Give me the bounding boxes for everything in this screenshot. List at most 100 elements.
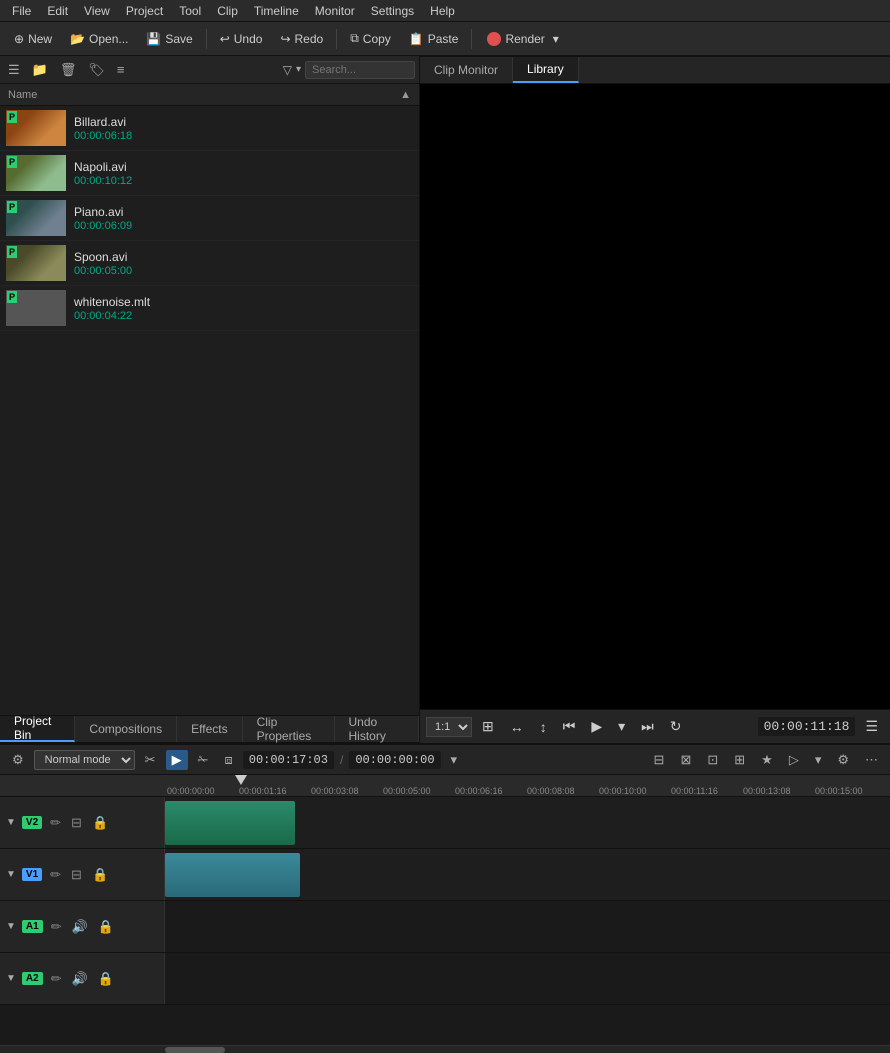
track-audio-a1[interactable]: 🔊	[70, 917, 90, 937]
menu-timeline[interactable]: Timeline	[246, 2, 307, 20]
redo-button[interactable]: ↪ Redo	[272, 29, 331, 49]
file-duration: 00:00:05:00	[74, 265, 132, 277]
tl-star-button[interactable]: ★	[755, 750, 779, 770]
spacer-button[interactable]: ⧈	[218, 750, 238, 770]
track-pencil-a2[interactable]: ✏	[49, 969, 64, 989]
tl-link-button[interactable]: ⊡	[701, 750, 724, 770]
fit-frame-button[interactable]: ⊞	[476, 715, 500, 738]
bin-delete-button[interactable]: 🗑	[56, 60, 81, 80]
track-content-v2[interactable]	[165, 797, 890, 848]
fast-forward-button[interactable]: ⏭	[635, 715, 660, 738]
timeline-scrollbar[interactable]	[0, 1045, 890, 1053]
bin-tag-button[interactable]: 🏷	[84, 60, 109, 80]
track-film-v1[interactable]: ⊟	[69, 865, 84, 885]
track-content-a1[interactable]	[165, 901, 890, 952]
tl-play-alt[interactable]: ▷	[783, 750, 805, 770]
zoom-select[interactable]: 1:1	[426, 717, 472, 737]
track-pencil-v1[interactable]: ✏	[48, 865, 63, 885]
tl-more-button[interactable]: ⋯	[859, 750, 884, 770]
menu-project[interactable]: Project	[118, 2, 171, 20]
cut-button[interactable]: ✁	[192, 750, 215, 770]
tl-settings-button[interactable]: ⚙	[6, 750, 30, 770]
track-expand-v1[interactable]: ▼	[6, 869, 16, 880]
zoom-in-button[interactable]: ↔	[504, 716, 530, 738]
open-button[interactable]: 📂 Open...	[62, 29, 136, 49]
bin-folder-button[interactable]: 📁	[28, 60, 52, 80]
bin-toolbar: ☰ 📁 🗑 🏷 ≡ ▽ ▾	[0, 56, 419, 84]
thumbnail: P	[6, 155, 66, 191]
play-dropdown[interactable]: ▾	[612, 715, 631, 738]
track-pencil-a1[interactable]: ✏	[49, 917, 64, 937]
timecode-dropdown[interactable]: ▾	[445, 750, 464, 770]
track-pencil-v2[interactable]: ✏	[48, 813, 63, 833]
track-lock-a1[interactable]: 🔒	[96, 917, 116, 937]
bin-list-button[interactable]: ≡	[113, 60, 129, 79]
list-item[interactable]: P Spoon.avi 00:00:05:00	[0, 241, 419, 286]
sort-icon[interactable]: ▲	[400, 89, 411, 101]
clip-v1[interactable]	[165, 853, 300, 897]
tab-library[interactable]: Library	[513, 57, 579, 83]
file-list: P Billard.avi 00:00:06:18 P Napoli.avi 0…	[0, 106, 419, 715]
menu-tool[interactable]: Tool	[171, 2, 209, 20]
filter-dropdown-icon[interactable]: ▾	[296, 64, 301, 75]
track-lock-v2[interactable]: 🔒	[90, 813, 110, 833]
tab-clip-properties[interactable]: Clip Properties	[243, 716, 335, 742]
list-item[interactable]: P whitenoise.mlt 00:00:04:22	[0, 286, 419, 331]
tab-undo-history[interactable]: Undo History	[335, 716, 419, 742]
select-button[interactable]: ▶	[166, 750, 188, 770]
loop-button[interactable]: ↻	[664, 715, 688, 738]
tab-project-bin[interactable]: Project Bin	[0, 716, 75, 742]
paste-button[interactable]: 📋 Paste	[401, 29, 467, 49]
track-expand-v2[interactable]: ▼	[6, 817, 16, 828]
list-item[interactable]: P Billard.avi 00:00:06:18	[0, 106, 419, 151]
menu-edit[interactable]: Edit	[39, 2, 76, 20]
file-duration: 00:00:06:09	[74, 220, 132, 232]
rewind-button[interactable]: ⏮	[557, 715, 582, 738]
play-button[interactable]: ▶	[585, 715, 608, 738]
track-expand-a1[interactable]: ▼	[6, 921, 16, 932]
track-lock-a2[interactable]: 🔒	[96, 969, 116, 989]
tl-snapshot-button[interactable]: ⊟	[648, 750, 671, 770]
tab-effects[interactable]: Effects	[177, 716, 242, 742]
proxy-badge: P	[7, 201, 17, 213]
track-expand-a2[interactable]: ▼	[6, 973, 16, 984]
save-icon: 💾	[146, 32, 161, 46]
clip-v2[interactable]	[165, 801, 295, 845]
tl-audio-split[interactable]: ⊞	[728, 750, 751, 770]
undo-button[interactable]: ↩ Undo	[212, 29, 271, 49]
menu-clip[interactable]: Clip	[209, 2, 246, 20]
track-audio-a2[interactable]: 🔊	[70, 969, 90, 989]
search-input[interactable]	[305, 61, 415, 79]
bin-add-button[interactable]: ☰	[4, 60, 24, 80]
save-button[interactable]: 💾 Save	[138, 29, 200, 49]
tl-play-dropdown[interactable]: ▾	[809, 750, 828, 770]
menu-settings[interactable]: Settings	[363, 2, 422, 20]
tl-settings2-button[interactable]: ⚙	[831, 750, 855, 770]
render-dot	[487, 32, 501, 46]
copy-button[interactable]: ⧉ Copy	[342, 28, 399, 49]
track-content-v1[interactable]	[165, 849, 890, 900]
track-content-a2[interactable]	[165, 953, 890, 1004]
menu-button[interactable]: ☰	[859, 715, 884, 738]
file-duration: 00:00:06:18	[74, 130, 132, 142]
proxy-badge: P	[7, 156, 17, 168]
mode-select[interactable]: Normal mode	[34, 750, 135, 770]
list-item[interactable]: P Napoli.avi 00:00:10:12	[0, 151, 419, 196]
razor-button[interactable]: ✂	[139, 750, 162, 770]
tl-split-button[interactable]: ⊠	[674, 750, 697, 770]
track-film-v2[interactable]: ⊟	[69, 813, 84, 833]
track-header-a1: ▼ A1 ✏ 🔊 🔒	[0, 901, 165, 952]
tab-clip-monitor[interactable]: Clip Monitor	[420, 57, 513, 83]
new-button[interactable]: ⊕ New	[6, 29, 60, 49]
zoom-out-button[interactable]: ↕	[534, 716, 553, 738]
right-panel: Clip Monitor Library 1:1 ⊞ ↔ ↕ ⏮ ▶ ▾ ⏭ ↻…	[420, 56, 890, 743]
menu-help[interactable]: Help	[422, 2, 463, 20]
track-lock-v1[interactable]: 🔒	[90, 865, 110, 885]
menu-file[interactable]: File	[4, 2, 39, 20]
menu-monitor[interactable]: Monitor	[307, 2, 363, 20]
scrollbar-thumb[interactable]	[165, 1047, 225, 1053]
tab-compositions[interactable]: Compositions	[75, 716, 177, 742]
menu-view[interactable]: View	[76, 2, 118, 20]
render-button[interactable]: Render ▾	[477, 29, 568, 49]
list-item[interactable]: P Piano.avi 00:00:06:09	[0, 196, 419, 241]
